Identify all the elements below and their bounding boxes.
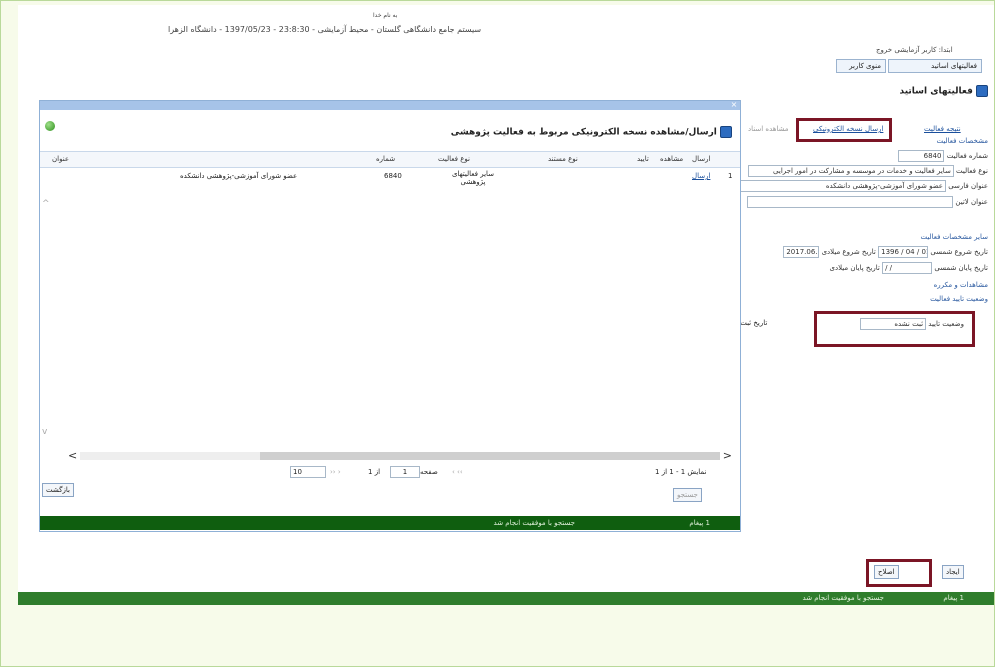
start-gregorian-field[interactable]: 2017.06.22: [783, 246, 820, 258]
col-title[interactable]: عنوان: [52, 155, 69, 163]
status-ok-icon: [45, 121, 55, 131]
horizontal-scrollbar[interactable]: < >: [60, 450, 740, 462]
tab-view-documents[interactable]: مشاهده اسناد: [748, 125, 789, 133]
dialog-status-message: جستجو با موفقیت انجام شد: [493, 519, 575, 527]
prev-page-icon[interactable]: ‹ ‹‹: [330, 468, 341, 476]
activity-number-field[interactable]: 6840: [898, 150, 945, 162]
scroll-thumb[interactable]: [260, 452, 720, 460]
scroll-left-icon[interactable]: <: [68, 450, 77, 462]
documents-table: ارسال مشاهده تایید نوع مستند نوع فعالیت …: [40, 151, 740, 456]
tab-faculty-activities-label: فعالیتهای اساتید: [931, 62, 977, 70]
next-page-icon[interactable]: ›› ›: [452, 468, 463, 476]
row-activity-type: سایر فعالیتهای پژوهشی: [451, 170, 495, 186]
highlight-edit-button: [866, 559, 932, 587]
end-date-field[interactable]: / /: [882, 262, 933, 274]
scroll-up-icon[interactable]: ^: [42, 199, 50, 209]
row-index: 1: [728, 172, 733, 180]
latin-title-field[interactable]: [747, 196, 954, 208]
col-doc-type[interactable]: نوع مستند: [548, 155, 578, 163]
row-end-date: تاریخ پایان شمسی / / تاریخ پایان میلادی: [830, 262, 988, 274]
start-gregorian-label: تاریخ شروع میلادی: [821, 248, 876, 256]
activity-number-label: شماره فعالیت: [946, 152, 988, 160]
application-window: به نام خدا سیستم جامع دانشگاهی گلستان - …: [18, 5, 994, 605]
latin-title-label: عنوان لاتین: [955, 198, 988, 206]
header-top-center: به نام خدا: [373, 12, 398, 19]
start-date-field[interactable]: 1396 / 04 / 01: [878, 246, 929, 258]
status-count: 1 پیغام: [943, 594, 964, 602]
status-message: جستجو با موفقیت انجام شد: [802, 594, 884, 602]
section-activity-title: مشخصات فعالیت: [936, 137, 988, 145]
page-icon: [976, 85, 988, 97]
pager-of-label: از 1: [368, 468, 381, 476]
row-title: عضو شورای آموزشی-پژوهشی دانشکده: [180, 172, 298, 180]
system-title: سیستم جامع دانشگاهی گلستان - محیط آزمایش…: [168, 25, 482, 34]
dialog-title: ارسال/مشاهده نسخه الکترونیکی مربوط به فع…: [451, 126, 732, 138]
close-icon[interactable]: ×: [730, 101, 738, 109]
end-gregorian-label: تاریخ پایان میلادی: [829, 264, 880, 272]
page-number-input[interactable]: 1: [390, 466, 420, 478]
dialog-titlebar: ×: [40, 101, 740, 110]
start-date-label: تاریخ شروع شمسی: [930, 248, 988, 256]
section-participants-title[interactable]: مشاهدات و مکرره: [934, 281, 988, 289]
page-title-text: فعالیتهای اساتید: [899, 86, 973, 97]
dialog-icon: [720, 126, 732, 138]
col-view[interactable]: مشاهده: [660, 155, 683, 163]
dialog-status-count: 1 پیغام: [689, 519, 710, 527]
persian-title-field[interactable]: عضو شورای آموزشی-پژوهشی دانشکده: [739, 180, 946, 192]
row-activity-number: شماره فعالیت 6840: [898, 150, 988, 162]
activity-type-field[interactable]: سایر فعالیت و خدمات در موسسه و مشارکت در…: [747, 165, 954, 177]
page-size-select[interactable]: 10: [290, 466, 326, 478]
row-activity-type: نوع فعالیت سایر فعالیت و خدمات در موسسه …: [747, 165, 988, 177]
highlight-confirm-status: [814, 311, 975, 347]
col-confirm[interactable]: تایید: [637, 155, 649, 163]
row-latin-title: عنوان لاتین: [747, 196, 988, 208]
scroll-right-icon[interactable]: >: [723, 450, 732, 462]
search-button[interactable]: جستجو: [673, 488, 702, 502]
table-row[interactable]: 1 ارسال سایر فعالیتهای پژوهشی 6840 عضو ش…: [40, 170, 740, 194]
dialog-title-text: ارسال/مشاهده نسخه الکترونیکی مربوط به فع…: [450, 127, 717, 138]
end-date-label: تاریخ پایان شمسی: [934, 264, 988, 272]
return-button[interactable]: بازگشت: [42, 483, 74, 497]
user-info[interactable]: ابتدا: کاربر آزمایشی خروج: [876, 46, 953, 54]
row-start-date: تاریخ شروع شمسی 1396 / 04 / 01 تاریخ شرو…: [783, 246, 988, 258]
highlight-send-tab: [796, 118, 892, 142]
tab-user-menu-label: منوی کاربر: [849, 62, 881, 70]
col-send[interactable]: ارسال: [692, 155, 710, 163]
new-button[interactable]: ایجاد: [942, 565, 964, 579]
section-other-title: سایر مشخصات فعالیت: [920, 233, 988, 241]
tab-activity-result[interactable]: نتیجه فعالیت: [924, 125, 961, 133]
dialog-status-bar: 1 پیغام جستجو با موفقیت انجام شد: [40, 516, 740, 530]
row-number: 6840: [384, 172, 402, 180]
col-activity-type[interactable]: نوع فعالیت: [438, 155, 470, 163]
electronic-copy-dialog: × ارسال/مشاهده نسخه الکترونیکی مربوط به …: [39, 100, 741, 532]
send-link[interactable]: ارسال: [692, 172, 710, 180]
pager-display: نمایش 1 - 1 از 1: [655, 468, 707, 476]
row-persian-title: عنوان فارسی عضو شورای آموزشی-پژوهشی دانش…: [739, 180, 988, 192]
activity-type-label: نوع فعالیت: [956, 167, 988, 175]
col-number[interactable]: شماره: [376, 155, 395, 163]
pager: نمایش 1 - 1 از 1 ›› › صفحه 1 از 1 ‹ ‹‹ 1…: [40, 466, 740, 480]
table-header: ارسال مشاهده تایید نوع مستند نوع فعالیت …: [40, 152, 740, 168]
page-title: فعالیتهای اساتید: [899, 85, 988, 97]
tab-faculty-activities[interactable]: فعالیتهای اساتید: [888, 59, 982, 73]
status-bar: 1 پیغام جستجو با موفقیت انجام شد: [18, 592, 994, 605]
tab-user-menu[interactable]: منوی کاربر: [836, 59, 886, 73]
pager-page-label: صفحه: [420, 468, 438, 476]
persian-title-label: عنوان فارسی: [948, 182, 988, 190]
scroll-down-icon[interactable]: v: [42, 427, 47, 437]
section-status-title: وضعیت تایید فعالیت: [930, 295, 988, 303]
